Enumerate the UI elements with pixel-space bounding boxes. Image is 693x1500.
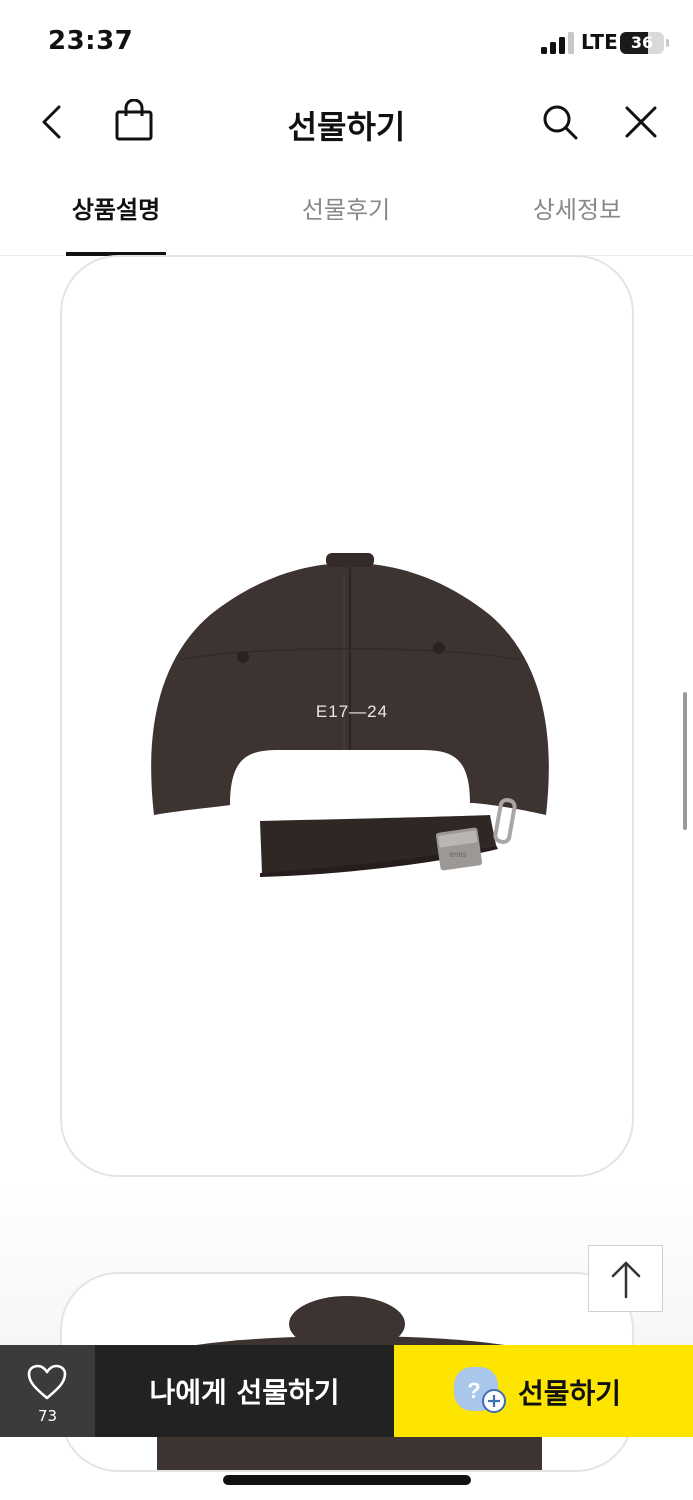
cap-embroidery: E17—24 [316, 702, 388, 721]
arrow-up-icon [611, 1261, 640, 1298]
gift-friend-icon: ? [454, 1367, 506, 1413]
gift-icon-question: ? [467, 1378, 480, 1403]
tab-product-description[interactable]: 상품설명 [66, 190, 166, 256]
product-image-cap: emis E17—24 [151, 553, 549, 877]
bottom-action-bar: 73 나에게 선물하기 ? 선물하기 [0, 1345, 693, 1437]
status-bar: 23:37 LTE 36 [0, 0, 693, 86]
tab-gift-reviews[interactable]: 선물후기 [296, 190, 396, 256]
tab-label: 선물후기 [301, 196, 391, 224]
close-button[interactable] [617, 98, 665, 146]
scroll-to-top-button[interactable] [588, 1245, 663, 1312]
gift-button[interactable]: ? 선물하기 [394, 1345, 693, 1437]
header: 선물하기 [0, 86, 693, 162]
gift-to-self-label: 나에게 선물하기 [149, 1376, 340, 1409]
battery-icon: 36 [620, 32, 669, 54]
tab-label: 상세정보 [532, 196, 622, 224]
tab-label: 상품설명 [71, 196, 161, 224]
status-time: 23:37 [48, 26, 134, 56]
battery-level: 36 [630, 33, 654, 52]
gift-to-self-button[interactable]: 나에게 선물하기 [95, 1345, 394, 1437]
close-icon [625, 106, 657, 138]
home-indicator[interactable] [223, 1475, 471, 1485]
cap-buckle-logo: emis [450, 850, 467, 859]
wish-count: 73 [37, 1407, 58, 1425]
page-title: 선물하기 [287, 108, 406, 146]
search-icon [543, 105, 578, 140]
scrollbar[interactable] [683, 692, 687, 830]
network-type: LTE [581, 30, 618, 54]
gift-label: 선물하기 [518, 1377, 622, 1410]
tab-details[interactable]: 상세정보 [527, 190, 627, 256]
wish-button[interactable]: 73 [0, 1345, 95, 1437]
signal-icon [541, 32, 574, 54]
search-button[interactable] [536, 98, 584, 146]
heart-icon [27, 1364, 67, 1400]
battery-nub [666, 39, 669, 47]
tab-bar: 상품설명 선물후기 상세정보 [0, 172, 693, 256]
